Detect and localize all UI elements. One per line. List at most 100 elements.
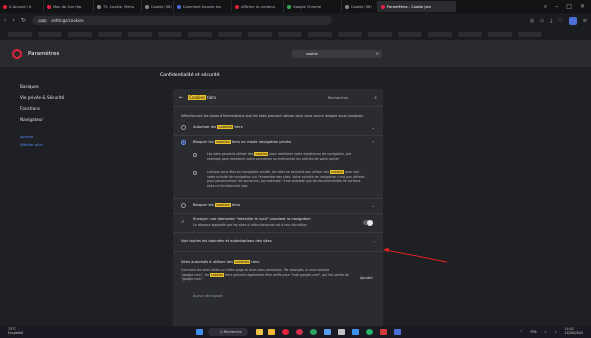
bookmark-item[interactable] [338,31,362,37]
bookmark-item[interactable] [278,31,302,37]
bookmark-item[interactable] [248,31,272,37]
bookmark-item[interactable] [188,31,212,37]
search-tabs-icon[interactable]: ⌕ [544,3,547,11]
sidebar-link-advanced[interactable]: Avancé [20,133,150,141]
browser-tab[interactable]: Comment trouver les [174,1,232,12]
bookmark-item[interactable] [368,31,392,37]
expand-chevron-icon[interactable]: ⌄ [372,203,375,208]
bookmark-item[interactable] [38,31,62,37]
shield-icon[interactable]: ◇ [540,18,544,24]
bookmark-item[interactable] [518,31,542,37]
sidebar-item-basics[interactable]: Basiques [20,81,150,92]
start-icon[interactable] [196,329,203,335]
app-icon[interactable] [366,329,373,335]
all-site-data-row[interactable]: Voir toutes les données et autorisations… [173,233,383,251]
task-view-icon[interactable] [256,329,263,335]
option2-post: tiers en mode navigation privée [231,140,291,144]
bookmark-item[interactable] [218,31,242,37]
volume-icon[interactable]: ♪ [555,330,557,334]
weather-widget[interactable]: 13°C Ensoleillé [0,327,100,336]
back-icon[interactable]: ‹ [4,17,6,24]
download-icon[interactable]: ⤓ [550,18,552,24]
allowed-desc-highlight: cookies [210,272,225,277]
sub-info-b: Lorsque vous êtes en navigation privée, … [173,168,383,198]
close-icon[interactable]: ✕ [580,3,585,11]
network-icon[interactable]: ⌾ [545,330,547,334]
radio-block-private[interactable] [181,140,186,145]
add-site-button[interactable]: Ajouter [360,276,373,280]
bookmark-item[interactable] [398,31,422,37]
radio-block[interactable] [181,203,186,208]
tab-label: Mon de Sun Hip [53,4,82,9]
browser-tab[interactable]: TS, Cookie, Menu [94,1,142,12]
settings-search-input[interactable]: cookie ✕ [292,50,382,58]
browser-tab[interactable]: Cookie (36) [342,1,378,12]
maximize-icon[interactable]: □ [566,3,572,11]
tab-favicon-icon [145,4,149,9]
page-title: Paramètres [28,51,60,57]
app-icon[interactable] [338,329,345,335]
back-arrow-icon[interactable]: ← [179,95,183,101]
bookmark-item[interactable] [458,31,482,37]
bookmark-item[interactable] [428,31,452,37]
bookmark-item[interactable] [488,31,512,37]
sidebar-item-browser[interactable]: Navigateur [20,114,150,125]
menu-icon[interactable]: ≡ [583,18,587,24]
browser-tab[interactable]: Cookie (36) [142,1,174,12]
opera-taskbar-icon[interactable] [282,329,289,335]
profile-icon[interactable] [568,16,577,25]
browser-tab[interactable]: Google Chrome [284,1,342,12]
app-icon[interactable] [380,329,387,335]
option-allow-third-party[interactable]: Autoriser les cookies tiers ⌄ [173,121,383,135]
forward-icon[interactable]: › [12,17,14,24]
allowed-sites-title: Sites autorisés à utiliser des cookies t… [181,260,259,264]
bookmark-item[interactable] [158,31,182,37]
bookmark-item[interactable] [8,31,32,37]
heart-icon[interactable]: ♡ [558,18,562,24]
browser-tab[interactable]: Mon de Sun Hip [44,1,94,12]
browser-tab[interactable]: Paramètres - Cookie Jars [378,1,456,12]
tab-favicon-icon [235,4,239,9]
app-icon[interactable] [352,329,359,335]
sidebar-link-more[interactable]: Afficher plus [20,141,150,149]
minimize-icon[interactable]: – [555,3,558,11]
opera-gx-icon[interactable] [296,329,303,335]
browser-tab[interactable]: X Accueil / X [0,1,44,12]
option-block-private[interactable]: Bloquer les cookies tiers en mode naviga… [173,136,383,150]
app-icon[interactable] [394,329,401,335]
bookmark-item[interactable] [308,31,332,37]
option-block-third-party[interactable]: Bloquer les cookies tiers ⌄ [173,199,383,213]
camera-icon[interactable]: ◎ [530,18,534,24]
option-block-private-label: Bloquer les cookies tiers en mode naviga… [193,140,291,144]
option2-pre: Bloquer les [193,140,214,144]
sidebar-item-privacy[interactable]: Vie privée & Sécurité [20,92,150,103]
chevron-right-icon[interactable]: › [373,239,375,244]
clock[interactable]: 14:02 24/09/2024 [565,327,583,336]
chrome-icon[interactable] [310,329,317,335]
card-search-label[interactable]: Rechercher [328,96,348,100]
collapse-chevron-icon[interactable]: ⌃ [372,140,375,145]
info-b-icon [193,171,197,175]
settings-main: Confidentialité et sécurité ← Cookies ti… [160,67,390,329]
bookmark-item[interactable] [68,31,92,37]
dnt-toggle[interactable] [363,219,373,226]
tray-language[interactable]: FRA [531,330,537,334]
url-field[interactable]: GKE settings/cookies [31,16,332,25]
windows-taskbar: 13°C Ensoleillé Q Recherche ^ FRA ⌾ ♪ 14… [0,326,591,338]
search-icon[interactable]: ⌕ [374,95,377,101]
browser-tab[interactable]: Afficher le contenu [232,1,284,12]
bookmark-item[interactable] [98,31,122,37]
chevron-up-icon[interactable]: ^ [520,330,523,334]
radio-allow[interactable] [181,125,186,130]
bookmark-item[interactable] [128,31,152,37]
allowed-title-highlight: cookies [234,260,251,264]
reload-icon[interactable]: ↻ [21,17,26,24]
expand-chevron-icon[interactable]: ⌄ [372,125,375,130]
do-not-track-row[interactable]: ⇗ Envoyer une demande "Interdire le suiv… [173,214,383,232]
app-icon[interactable] [324,329,331,335]
explorer-icon[interactable] [268,329,275,335]
sidebar-item-features[interactable]: Fonctions [20,103,150,114]
url-scheme-tag: GKE [36,18,49,23]
clear-search-icon[interactable]: ✕ [376,50,379,58]
taskbar-search[interactable]: Q Recherche [208,328,248,336]
